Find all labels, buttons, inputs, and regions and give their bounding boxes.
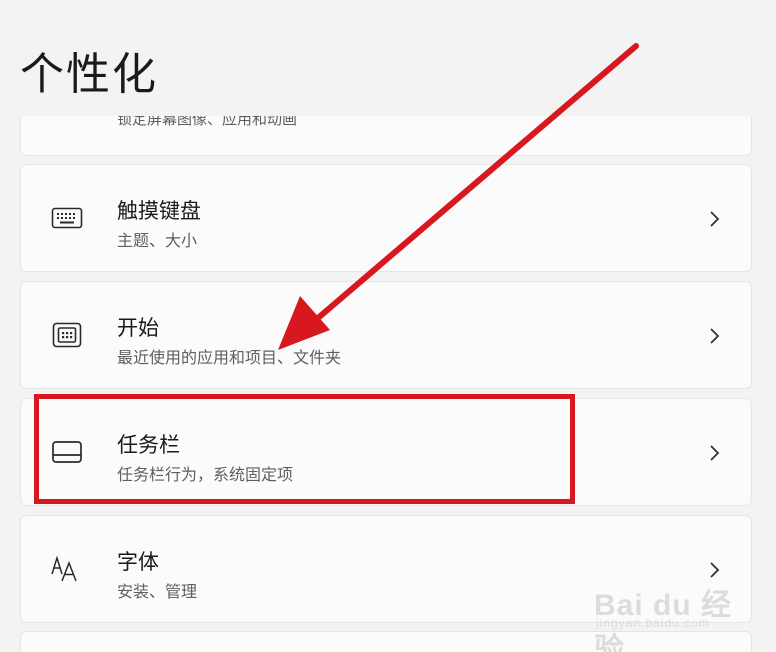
settings-item-title: 任务栏 [117,433,180,457]
settings-item-taskbar[interactable]: 任务栏 任务栏行为，系统固定项 [20,398,752,506]
chevron-right-icon [707,209,721,229]
settings-item-subtitle: 主题、大小 [117,231,198,250]
settings-item-subtitle: 任务栏行为，系统固定项 [117,465,294,484]
page-title: 个性化 [20,49,158,100]
settings-item-start[interactable]: 开始 最近使用的应用和项目、文件夹 [20,281,752,389]
watermark-url: jingyan.baidu.com [596,616,710,630]
settings-item-subtitle: 最近使用的应用和项目、文件夹 [117,348,342,367]
baidu-watermark: Bai du 经验 jingyan.baidu.com [594,572,744,652]
settings-item-lock-screen[interactable]: 锁定屏幕图像、应用和动画 [20,116,752,156]
settings-item-title: 触摸键盘 [117,199,201,223]
settings-item-title: 开始 [117,316,159,340]
fonts-icon [51,556,83,582]
chevron-right-icon [707,443,721,463]
settings-item-title: 字体 [117,550,159,574]
keyboard-icon [51,205,83,231]
settings-item-touch-keyboard[interactable]: 触摸键盘 主题、大小 [20,164,752,272]
settings-item-subtitle: 锁定屏幕图像、应用和动画 [117,116,298,128]
taskbar-icon [51,439,83,465]
settings-item-subtitle: 安装、管理 [117,582,198,601]
chevron-right-icon [707,326,721,346]
start-menu-icon [51,322,83,348]
